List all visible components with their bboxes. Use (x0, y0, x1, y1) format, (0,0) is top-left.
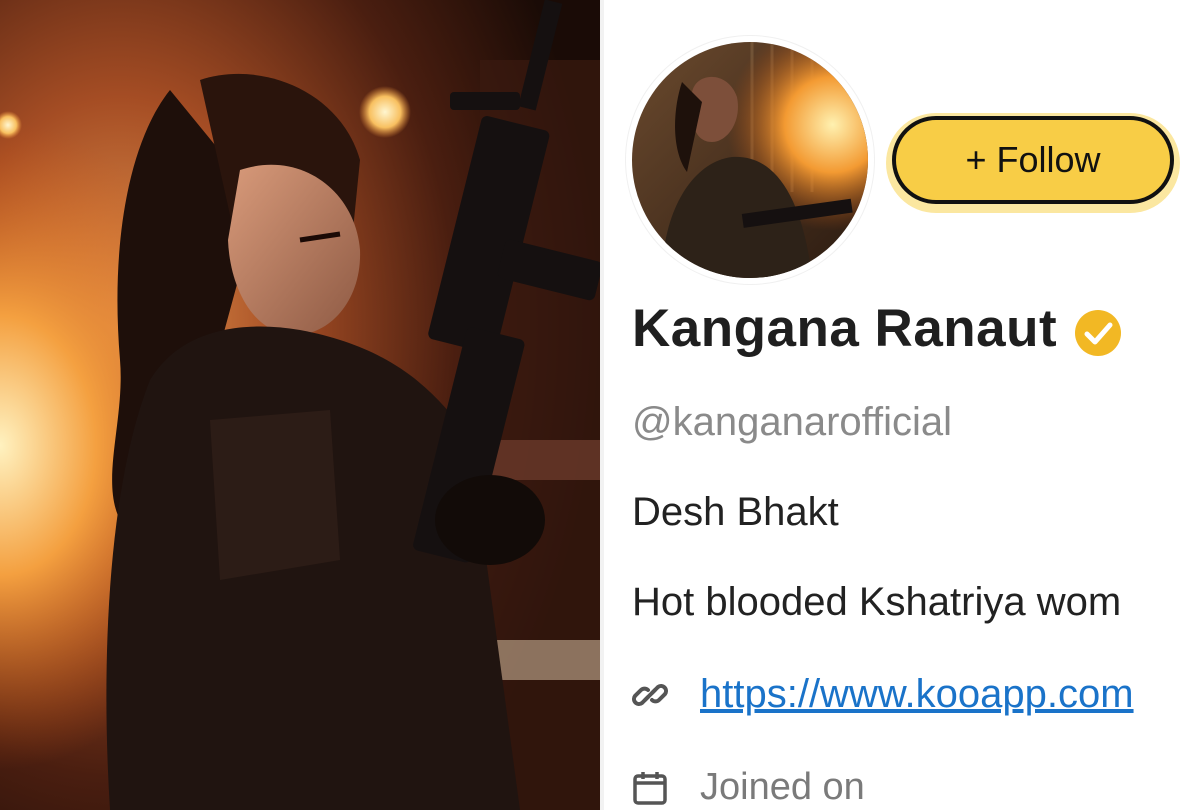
verified-check-icon (1075, 309, 1122, 356)
profile-name-row: Kangana Ranaut (632, 298, 1123, 359)
avatar[interactable] (632, 42, 868, 278)
joined-label: Joined on (700, 766, 865, 808)
follow-button-label: + Follow (965, 139, 1101, 180)
screenshot-canvas: + Follow Kangana Ranaut @kanganarofficia… (0, 0, 1200, 810)
promo-photo (0, 0, 600, 810)
avatar-image (632, 42, 868, 278)
calendar-icon (633, 771, 667, 805)
bio-line: Desh Bhakt (632, 490, 839, 534)
profile-handle: @kanganarofficial (632, 400, 953, 444)
profile-website-link[interactable]: https://www.kooapp.com (700, 672, 1134, 717)
profile-card: + Follow Kangana Ranaut @kanganarofficia… (604, 0, 1200, 810)
promo-photo-image (0, 0, 600, 810)
profile-name: Kangana Ranaut (632, 299, 1058, 358)
bio-line: Hot blooded Kshatriya wom (632, 580, 1122, 624)
follow-button[interactable]: + Follow (892, 116, 1174, 204)
profile-link-row: https://www.kooapp.com (632, 672, 1134, 717)
joined-row: Joined on (632, 766, 865, 809)
chain-link-icon (632, 683, 668, 706)
